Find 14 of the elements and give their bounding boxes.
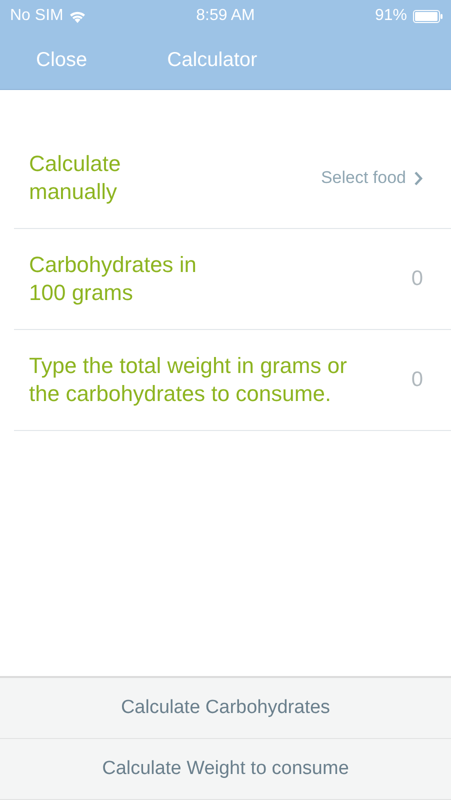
clock-time: 8:59 AM	[196, 7, 255, 25]
row-label: Type the total weight in grams or the carbohydrates to consume.	[29, 352, 348, 408]
battery-percent: 91%	[374, 7, 407, 25]
chevron-icon	[414, 170, 423, 186]
carrier-label: No SIM	[10, 7, 64, 25]
row-label: Carbohydrates in 100 grams	[29, 251, 198, 307]
value-field[interactable]: 0	[411, 267, 423, 291]
screen-title: Calculator	[167, 49, 258, 72]
battery-icon	[413, 10, 443, 22]
select-food-link[interactable]: Select food	[320, 168, 423, 188]
close-button[interactable]: Close	[36, 49, 88, 72]
value-field[interactable]: 0	[411, 368, 423, 392]
row-label: Calculate manually	[29, 150, 122, 206]
wifi-icon	[69, 10, 86, 22]
